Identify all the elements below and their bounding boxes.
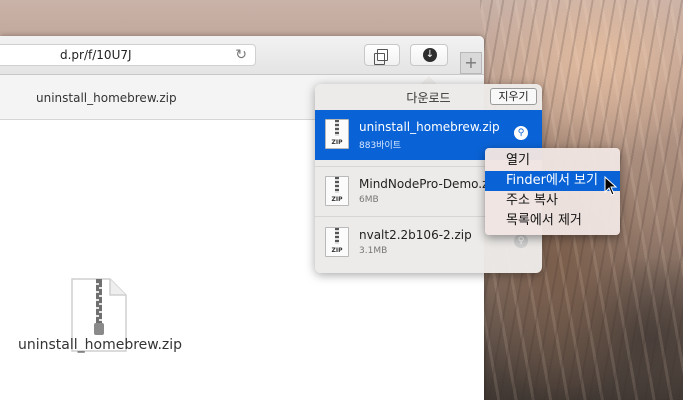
mouse-pointer-icon — [604, 176, 618, 196]
download-item-name: MindNodePro-Demo.zip — [359, 177, 500, 191]
popover-arrow — [421, 76, 437, 84]
browser-toolbar: d.pr/f/10U7J ↻ ↓ — [0, 36, 484, 75]
show-tabs-button[interactable] — [364, 44, 400, 66]
zip-file-icon: ZIP — [325, 176, 349, 206]
url-text: d.pr/f/10U7J — [60, 48, 132, 62]
reload-icon[interactable]: ↻ — [235, 47, 247, 63]
address-bar[interactable]: d.pr/f/10U7J ↻ — [0, 44, 256, 66]
reveal-magnifier-icon[interactable]: ⚲ — [514, 126, 528, 140]
reveal-magnifier-icon[interactable]: ⚲ — [514, 234, 528, 248]
context-menu-item-open[interactable]: 열기 — [485, 151, 620, 171]
zip-file-icon: ZIP — [325, 227, 349, 257]
new-tab-button[interactable]: + — [460, 52, 482, 74]
download-item-size: 883바이트 — [359, 141, 402, 151]
download-arrow-icon: ↓ — [423, 48, 437, 62]
download-item-size: 3.1MB — [359, 246, 388, 256]
zip-file-icon: ZIP — [325, 119, 349, 149]
downloaded-file-name[interactable]: uninstall_homebrew.zip — [0, 337, 200, 353]
context-menu: 열기 Finder에서 보기 주소 복사 목록에서 제거 — [485, 148, 620, 235]
tab-title[interactable]: uninstall_homebrew.zip — [36, 91, 177, 105]
context-menu-item-show-in-finder[interactable]: Finder에서 보기 — [485, 171, 620, 191]
context-menu-item-remove-from-list[interactable]: 목록에서 제거 — [485, 211, 620, 231]
clear-downloads-button[interactable]: 지우기 — [490, 88, 537, 105]
download-item-name: uninstall_homebrew.zip — [359, 120, 500, 134]
context-menu-item-copy-address[interactable]: 주소 복사 — [485, 191, 620, 211]
download-item-size: 6MB — [359, 195, 379, 205]
downloads-button[interactable]: ↓ — [410, 44, 448, 66]
tabs-overview-icon — [374, 49, 388, 65]
download-item-name: nvalt2.2b106-2.zip — [359, 228, 472, 242]
